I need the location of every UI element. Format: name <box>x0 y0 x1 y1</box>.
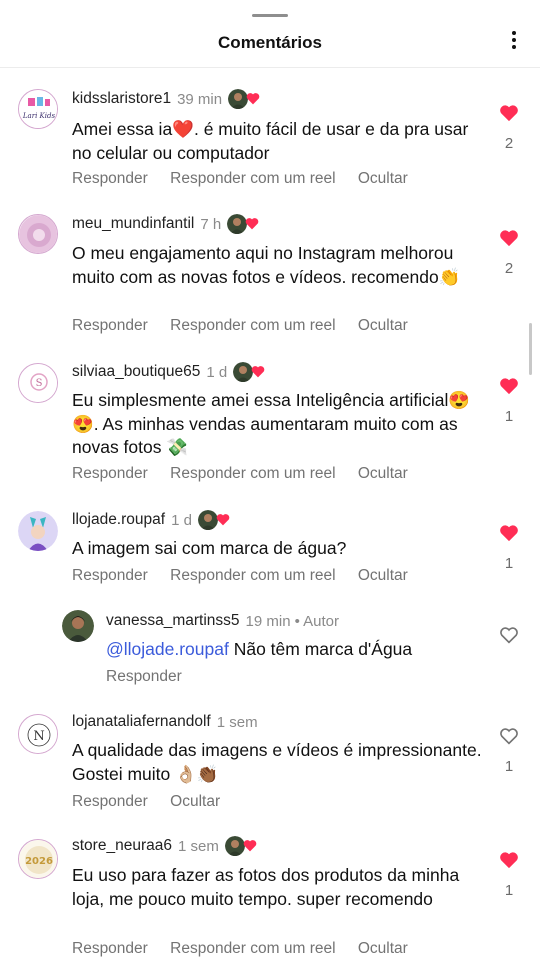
comment-time: 1 d <box>206 363 228 381</box>
hide-button[interactable]: Ocultar <box>358 170 408 187</box>
comment-text: Eu uso para fazer as fotos dos produtos … <box>72 865 460 909</box>
comment-time: 7 h <box>200 215 222 233</box>
comment-username[interactable]: kidsslaristore1 <box>72 90 171 108</box>
reply-button[interactable]: Responder <box>106 668 182 685</box>
comment-username[interactable]: meu_mundinfantil <box>72 215 194 233</box>
reply-button[interactable]: Responder <box>72 465 148 482</box>
like-column <box>498 626 520 649</box>
reply-with-reel-button[interactable]: Responder com um reel <box>170 317 335 334</box>
like-column: 1 <box>498 851 520 899</box>
reply-button[interactable]: Responder <box>72 793 148 810</box>
comment-time: 1 sem <box>177 837 219 855</box>
like-count: 2 <box>504 260 514 277</box>
heart-filled-icon[interactable] <box>499 229 519 247</box>
comments-sheet: Comentários Lari Kids kidsslaristore1 39… <box>0 0 540 972</box>
avatar[interactable]: N <box>18 714 58 754</box>
comment-username[interactable]: silviaa_boutique65 <box>72 363 200 381</box>
reply-button[interactable]: Responder <box>72 170 148 187</box>
heart-filled-icon[interactable] <box>499 851 519 869</box>
reply-with-reel-button[interactable]: Responder com um reel <box>170 465 335 482</box>
heart-outline-icon[interactable] <box>499 727 519 745</box>
author-liked-badge <box>233 362 267 382</box>
like-column: 1 <box>498 524 520 572</box>
avatar-logo-text: 2026 <box>25 856 53 867</box>
comment-actions: Responder Responder com um reel Ocultar <box>72 465 426 487</box>
comment-actions: Responder Responder com um reel Ocultar <box>72 317 426 339</box>
svg-text:S: S <box>36 378 43 389</box>
avatar[interactable] <box>18 511 58 551</box>
reply-username[interactable]: vanessa_martinss5 <box>106 612 240 630</box>
author-liked-badge <box>228 89 262 109</box>
comment-username[interactable]: llojade.roupaf <box>72 511 165 529</box>
comment-actions: Responder Responder com um reel Ocultar <box>72 567 426 589</box>
comment-actions: Responder Ocultar <box>72 793 238 815</box>
reply-time: 19 min <box>245 612 291 630</box>
reply-actions: Responder <box>106 668 200 690</box>
comment-text: Amei essa ia❤️. é muito fácil de usar e … <box>72 119 469 163</box>
avatar-logo-text: Lari Kids <box>22 112 56 120</box>
avatar[interactable]: Lari Kids <box>18 89 58 129</box>
more-options-icon[interactable] <box>508 31 520 53</box>
header: Comentários <box>0 0 540 68</box>
comment-actions: Responder Responder com um reel Ocultar <box>72 170 426 192</box>
reply-button[interactable]: Responder <box>72 317 148 334</box>
avatar[interactable]: 2026 <box>18 839 58 879</box>
hide-button[interactable]: Ocultar <box>170 793 220 810</box>
heart-filled-icon[interactable] <box>499 524 519 542</box>
comment-actions: Responder Responder com um reel Ocultar <box>72 940 426 962</box>
avatar[interactable]: S <box>18 363 58 403</box>
hide-button[interactable]: Ocultar <box>358 567 408 584</box>
like-count: 1 <box>504 408 514 425</box>
hide-button[interactable]: Ocultar <box>358 465 408 482</box>
comment-text: A qualidade das imagens e vídeos é impre… <box>72 740 482 784</box>
avatar[interactable] <box>18 214 58 254</box>
like-count: 1 <box>504 555 514 572</box>
author-liked-badge <box>224 836 259 856</box>
like-column: 1 <box>498 377 520 425</box>
comment-time: 1 sem <box>216 713 258 731</box>
comment-time: 1 d <box>171 511 192 529</box>
comment-text: O meu engajamento aqui no Instagram melh… <box>72 243 461 287</box>
reply-with-reel-button[interactable]: Responder com um reel <box>170 567 335 584</box>
like-count: 1 <box>504 882 514 899</box>
author-label: • Autor <box>294 612 340 630</box>
author-liked-badge <box>197 510 232 530</box>
mention-link[interactable]: @llojade.roupaf <box>106 639 229 659</box>
like-column: 1 <box>498 727 520 775</box>
like-count: 2 <box>504 135 514 152</box>
avatar[interactable] <box>62 610 94 642</box>
comment-username[interactable]: store_neuraa6 <box>72 837 172 855</box>
reply-with-reel-button[interactable]: Responder com um reel <box>170 940 335 957</box>
reply-body: Não têm marca d'Água <box>233 639 413 659</box>
comment-username[interactable]: lojanataliafernandolf <box>72 713 211 731</box>
comment-text: Eu simplesmente amei essa Inteligência a… <box>72 390 471 457</box>
hide-button[interactable]: Ocultar <box>358 317 408 334</box>
reply-button[interactable]: Responder <box>72 567 148 584</box>
heart-filled-icon[interactable] <box>499 104 519 122</box>
comment-time: 39 min <box>177 90 223 108</box>
heart-filled-icon[interactable] <box>499 377 519 395</box>
like-column: 2 <box>498 104 520 152</box>
avatar-logo-text: N <box>33 729 44 744</box>
page-title: Comentários <box>218 33 322 52</box>
reply-with-reel-button[interactable]: Responder com um reel <box>170 170 335 187</box>
reply-text: @llojade.roupaf Não têm marca d'Água <box>106 638 486 662</box>
heart-outline-icon[interactable] <box>499 626 519 644</box>
like-count: 1 <box>504 758 514 775</box>
like-column: 2 <box>498 229 520 277</box>
reply-button[interactable]: Responder <box>72 940 148 957</box>
scrollbar[interactable] <box>529 323 532 375</box>
hide-button[interactable]: Ocultar <box>358 940 408 957</box>
comment-text: A imagem sai com marca de água? <box>72 538 347 558</box>
author-liked-badge <box>227 214 261 234</box>
